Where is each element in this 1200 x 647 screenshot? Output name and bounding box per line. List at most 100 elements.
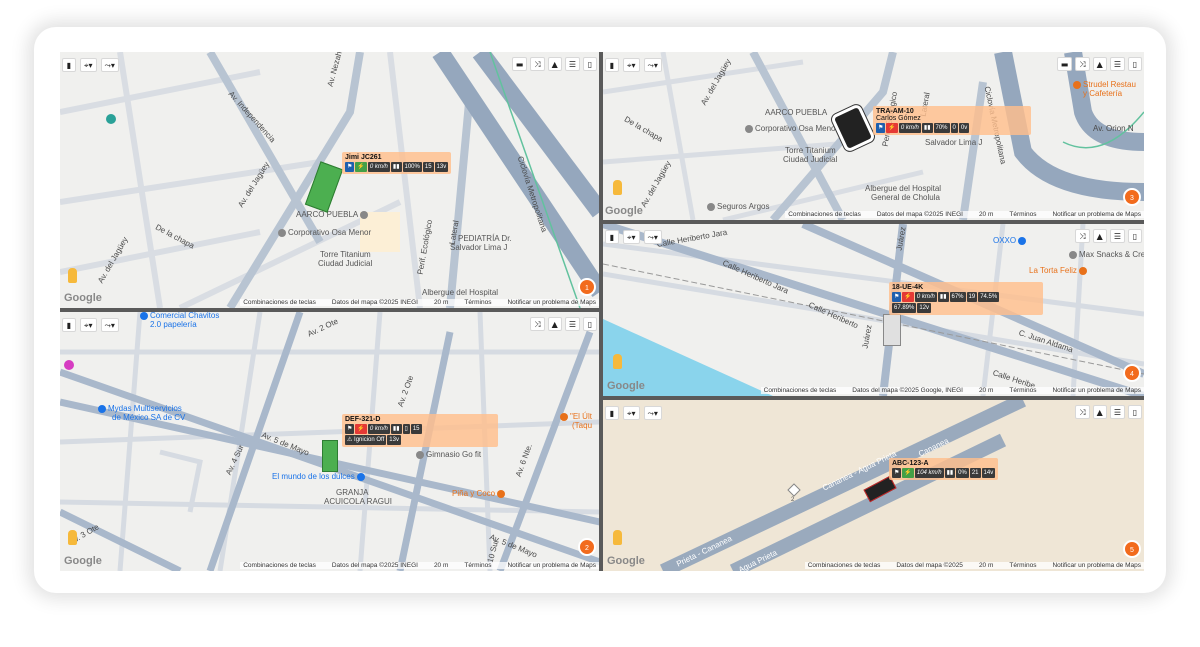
vehicle-label[interactable]: Jimi JC261 ⚑ ⚡ 0 km/h ▮▮ 100% 15 13v bbox=[342, 152, 452, 174]
poi-label: General de Cholula bbox=[871, 193, 940, 202]
bus-icon[interactable] bbox=[322, 440, 338, 472]
report-link[interactable]: Notificar un problema de Maps bbox=[1052, 211, 1141, 218]
location-dropdown[interactable]: ⌖▾ bbox=[623, 406, 640, 420]
report-link[interactable]: Notificar un problema de Maps bbox=[507, 562, 596, 569]
road-button[interactable]: ▲ bbox=[1092, 57, 1107, 71]
route-dropdown[interactable]: ⤳▾ bbox=[643, 406, 662, 420]
street-view-pegman-icon[interactable] bbox=[613, 180, 622, 195]
shortcuts-link[interactable]: Combinaciones de teclas bbox=[764, 387, 837, 394]
map-type-button[interactable]: ▮ bbox=[605, 406, 619, 420]
map-toolbar-left: ▮ ⌖▾ ⤳▾ bbox=[62, 318, 119, 332]
map-type-button[interactable]: ▮ bbox=[62, 318, 76, 332]
map-panel-3[interactable]: Av. del Jagüey De la chapa Av. del Jagüe… bbox=[603, 52, 1144, 220]
location-dropdown[interactable]: ⌖▾ bbox=[80, 318, 97, 332]
poi-label: (Taqu bbox=[572, 421, 593, 430]
shuffle-button[interactable]: ⤨ bbox=[1075, 405, 1090, 419]
shortcuts-link[interactable]: Combinaciones de teclas bbox=[243, 562, 316, 569]
voltage-chip: 13v bbox=[434, 162, 449, 172]
poi-label: ACUICOLA RAGUI bbox=[324, 497, 393, 506]
shortcuts-link[interactable]: Combinaciones de teclas bbox=[808, 562, 881, 569]
data-credit: Datos del mapa ©2025 bbox=[896, 562, 963, 569]
scale-bar: 20 m bbox=[978, 562, 994, 569]
poi-label: Mydas Multiservicios bbox=[98, 404, 182, 413]
shuffle-button[interactable]: ⤨ bbox=[1075, 57, 1090, 71]
shortcuts-link[interactable]: Combinaciones de teclas bbox=[788, 211, 861, 218]
vehicle-label[interactable]: TRA-AM-10 Carlos Gómez ⚑ ⚡ 0 km/h ▮▮ 70%… bbox=[873, 106, 1031, 135]
map-type-button[interactable]: ▮ bbox=[605, 58, 619, 72]
location-dropdown[interactable]: ⌖▾ bbox=[623, 58, 640, 72]
list-button[interactable]: ☰ bbox=[1109, 229, 1125, 243]
truck-icon[interactable] bbox=[883, 314, 901, 346]
poi-label: Ciudad Judicial bbox=[318, 259, 373, 268]
shortcuts-link[interactable]: Combinaciones de teclas bbox=[243, 299, 316, 306]
data-credit: Datos del mapa ©2025 Google, INEGI bbox=[852, 387, 963, 394]
gps-icon: ▮▮ bbox=[937, 292, 949, 302]
map-toolbar-right: ▬ ⤨ ▲ ☰ ▯ bbox=[511, 57, 597, 71]
route-dropdown[interactable]: ⤳▾ bbox=[643, 230, 662, 244]
poi-label: Torre Titanium bbox=[320, 250, 371, 259]
map-panel-4[interactable]: Calle Heriberto Jara Calle Heriberto Jar… bbox=[603, 224, 1144, 396]
list-button[interactable]: ☰ bbox=[564, 317, 580, 331]
camera-button[interactable]: ▬ bbox=[511, 57, 528, 71]
route-dropdown[interactable]: ⤳▾ bbox=[100, 58, 119, 72]
map-panel-2[interactable]: Av. 2 Ote Av. 2 Ote Av. 4 Sur Av. 5 de M… bbox=[60, 312, 599, 571]
fuel-button[interactable]: ▯ bbox=[583, 57, 597, 71]
fuel-button[interactable]: ▯ bbox=[1128, 405, 1142, 419]
poi-label: GRANJA bbox=[336, 488, 369, 497]
vehicle-plate: DEF-321-D bbox=[345, 416, 381, 423]
satellite-chip: 15 bbox=[410, 424, 422, 434]
google-logo: Google bbox=[605, 205, 643, 217]
map-panel-1[interactable]: Av. Independencia Av. del Jagüey De la c… bbox=[60, 52, 599, 308]
satellite-chip: 19 bbox=[966, 292, 978, 302]
poi-label: Max Snacks & Crepa bbox=[1069, 250, 1144, 259]
shuffle-button[interactable]: ⤨ bbox=[1075, 229, 1090, 243]
map-type-button[interactable]: ▮ bbox=[605, 230, 619, 244]
terms-link[interactable]: Términos bbox=[464, 562, 491, 569]
terms-link[interactable]: Términos bbox=[1009, 211, 1036, 218]
report-link[interactable]: Notificar un problema de Maps bbox=[1052, 387, 1141, 394]
shuffle-button[interactable]: ⤨ bbox=[530, 57, 545, 71]
map-4-roads bbox=[603, 224, 1144, 396]
fuel-level-chip: 67.89% bbox=[892, 303, 917, 313]
shuffle-button[interactable]: ⤨ bbox=[530, 317, 545, 331]
place-pin-icon bbox=[106, 114, 116, 124]
camera-button[interactable]: ▬ bbox=[1056, 57, 1073, 71]
street-view-pegman-icon[interactable] bbox=[68, 530, 77, 545]
terms-link[interactable]: Términos bbox=[1009, 562, 1036, 569]
road-button[interactable]: ▲ bbox=[547, 317, 562, 331]
road-button[interactable]: ▲ bbox=[1092, 229, 1107, 243]
vehicle-label[interactable]: ABC-123-A ⚑ ⚡ 104 km/h ▮▮ 0% 21 14v bbox=[889, 458, 999, 480]
map-type-button[interactable]: ▮ bbox=[62, 58, 76, 72]
route-dropdown[interactable]: ⤳▾ bbox=[643, 58, 662, 72]
street-view-pegman-icon[interactable] bbox=[613, 530, 622, 545]
terms-link[interactable]: Términos bbox=[464, 299, 491, 306]
voltage-chip: 13v bbox=[387, 435, 401, 445]
route-dropdown[interactable]: ⤳▾ bbox=[100, 318, 119, 332]
list-button[interactable]: ☰ bbox=[1109, 405, 1125, 419]
street-view-pegman-icon[interactable] bbox=[68, 268, 77, 283]
report-link[interactable]: Notificar un problema de Maps bbox=[507, 299, 596, 306]
location-dropdown[interactable]: ⌖▾ bbox=[80, 58, 97, 72]
vehicle-plate: ABC-123-A bbox=[892, 460, 929, 467]
poi-label: AARCO PUEBLA bbox=[765, 108, 828, 117]
list-button[interactable]: ☰ bbox=[564, 57, 580, 71]
poi-label: Seguros Argos bbox=[707, 202, 769, 211]
road-button[interactable]: ▲ bbox=[547, 57, 562, 71]
fuel-chip: 74.5% bbox=[978, 292, 1000, 302]
list-button[interactable]: ☰ bbox=[1109, 57, 1125, 71]
poi-label: Strudel Restau bbox=[1073, 80, 1136, 89]
report-link[interactable]: Notificar un problema de Maps bbox=[1052, 562, 1141, 569]
terms-link[interactable]: Términos bbox=[1009, 387, 1036, 394]
fuel-button[interactable]: ▯ bbox=[1128, 57, 1142, 71]
vehicle-label[interactable]: DEF-321-D ⚑ ⚡ 0 km/h ▮▮ ▯ 15 ⚠ Ignicion … bbox=[342, 414, 498, 447]
map-grid: Av. Independencia Av. del Jagüey De la c… bbox=[60, 52, 1144, 571]
road-button[interactable]: ▲ bbox=[1092, 405, 1107, 419]
vehicle-label[interactable]: 18-UE-4K ⚑ ⚡ 0 km/h ▮▮ 67% 19 74.5% 67.8… bbox=[889, 282, 1043, 315]
street-view-pegman-icon[interactable] bbox=[613, 354, 622, 369]
map-panel-5[interactable]: Cananea - Agua Prieta Cananea Prieta - C… bbox=[603, 400, 1144, 571]
fuel-button[interactable]: ▯ bbox=[1128, 229, 1142, 243]
fuel-button[interactable]: ▯ bbox=[583, 317, 597, 331]
location-dropdown[interactable]: ⌖▾ bbox=[623, 230, 640, 244]
map-toolbar-right: ⤨ ▲ ☰ ▯ bbox=[1075, 229, 1142, 243]
street-label: Av. Orion N bbox=[1093, 124, 1134, 133]
